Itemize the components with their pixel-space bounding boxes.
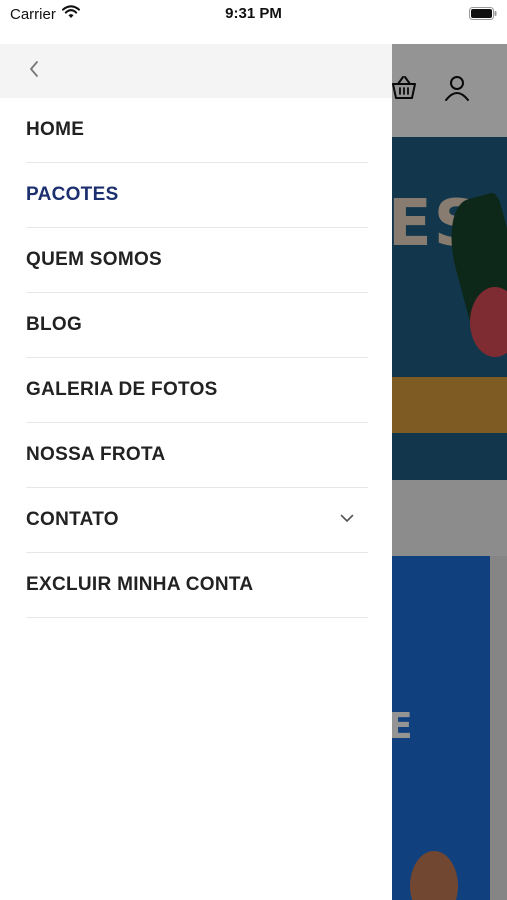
menu-item-label: HOME [26,119,85,140]
navigation-drawer: HOME PACOTES QUEM SOMOS BLOG GALERIA DE … [0,44,392,900]
menu-item-label: GALERIA DE FOTOS [26,379,218,400]
drawer-header [0,44,392,98]
menu-item-galeria-de-fotos[interactable]: GALERIA DE FOTOS [26,358,368,423]
menu-item-blog[interactable]: BLOG [26,293,368,358]
menu-item-label: CONTATO [26,509,119,530]
menu-list: HOME PACOTES QUEM SOMOS BLOG GALERIA DE … [0,98,392,618]
status-time: 9:31 PM [225,5,282,22]
battery-icon [469,7,497,25]
menu-item-label: QUEM SOMOS [26,249,163,270]
menu-item-nossa-frota[interactable]: NOSSA FROTA [26,423,368,488]
chevron-left-icon [28,60,40,83]
menu-item-label: NOSSA FROTA [26,444,166,465]
status-bar: Carrier 9:31 PM [0,0,507,44]
menu-item-quem-somos[interactable]: QUEM SOMOS [26,228,368,293]
menu-item-label: PACOTES [26,184,119,205]
menu-item-excluir-minha-conta[interactable]: EXCLUIR MINHA CONTA [26,553,368,618]
menu-item-label: EXCLUIR MINHA CONTA [26,574,254,595]
menu-item-contato[interactable]: CONTATO [26,488,368,553]
menu-item-label: BLOG [26,314,83,335]
menu-item-home[interactable]: HOME [26,98,368,163]
back-button[interactable] [18,56,50,86]
chevron-down-icon[interactable] [340,510,354,528]
menu-item-pacotes[interactable]: PACOTES [26,163,368,228]
